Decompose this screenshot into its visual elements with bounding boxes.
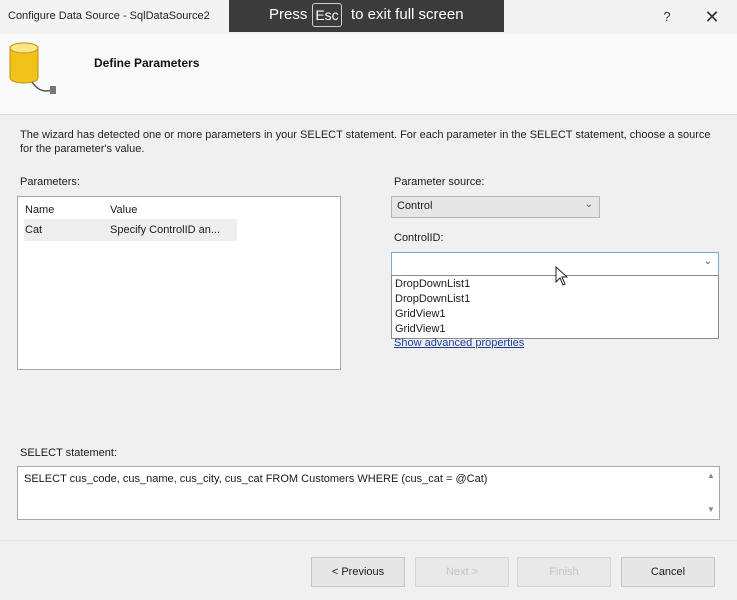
- dropdown-option[interactable]: DropDownList1: [395, 293, 470, 305]
- previous-button[interactable]: < Previous: [311, 557, 405, 587]
- select-statement-text: SELECT cus_code, cus_name, cus_city, cus…: [24, 473, 488, 485]
- dropdown-option[interactable]: GridView1: [395, 323, 446, 335]
- vertical-scrollbar[interactable]: ▲ ▼: [703, 467, 719, 519]
- intro-text: The wizard has detected one or more para…: [20, 129, 711, 155]
- fullscreen-banner: Press Esc to exit full screen: [229, 0, 504, 32]
- wizard-header: Define Parameters: [0, 34, 737, 115]
- dropdown-option[interactable]: DropDownList1: [395, 278, 470, 290]
- footer-divider: [0, 540, 737, 541]
- page-title: Define Parameters: [94, 56, 200, 70]
- column-header-name: Name: [25, 204, 55, 216]
- cancel-button[interactable]: Cancel: [621, 557, 715, 587]
- next-button[interactable]: Next >: [415, 557, 509, 587]
- dropdown-option[interactable]: GridView1: [395, 308, 446, 320]
- scroll-down-icon[interactable]: ▼: [707, 505, 715, 514]
- parameter-name: Cat: [25, 224, 43, 236]
- fullscreen-press-text: Press: [269, 6, 308, 23]
- parameter-source-label: Parameter source:: [394, 176, 485, 188]
- select-statement-box[interactable]: SELECT cus_code, cus_name, cus_city, cus…: [17, 466, 720, 520]
- window-title: Configure Data Source - SqlDataSource2: [8, 10, 210, 22]
- chevron-down-icon: ⌄: [584, 199, 593, 210]
- help-button[interactable]: ?: [655, 6, 679, 28]
- close-button[interactable]: ✕: [700, 6, 724, 28]
- chevron-down-icon: ⌄: [703, 256, 712, 267]
- esc-key-badge: Esc: [312, 3, 342, 27]
- finish-button[interactable]: Finish: [517, 557, 611, 587]
- parameters-label: Parameters:: [20, 176, 80, 188]
- mouse-cursor-icon: [555, 266, 569, 286]
- parameter-value: Specify ControlID an...: [110, 224, 221, 236]
- scroll-up-icon[interactable]: ▲: [707, 471, 715, 480]
- parameter-source-value: Control: [397, 200, 433, 212]
- show-advanced-properties-link[interactable]: Show advanced properties: [394, 337, 524, 349]
- parameter-source-select[interactable]: Control ⌄: [391, 196, 600, 218]
- controlid-label: ControlID:: [394, 232, 444, 244]
- database-icon: [9, 42, 56, 94]
- table-row[interactable]: Cat Specify ControlID an...: [24, 219, 237, 241]
- fullscreen-rest-text: to exit full screen: [351, 6, 464, 23]
- select-statement-label: SELECT statement:: [20, 447, 118, 459]
- parameters-list[interactable]: Name Value Cat Specify ControlID an...: [17, 196, 341, 370]
- column-header-value: Value: [110, 204, 138, 216]
